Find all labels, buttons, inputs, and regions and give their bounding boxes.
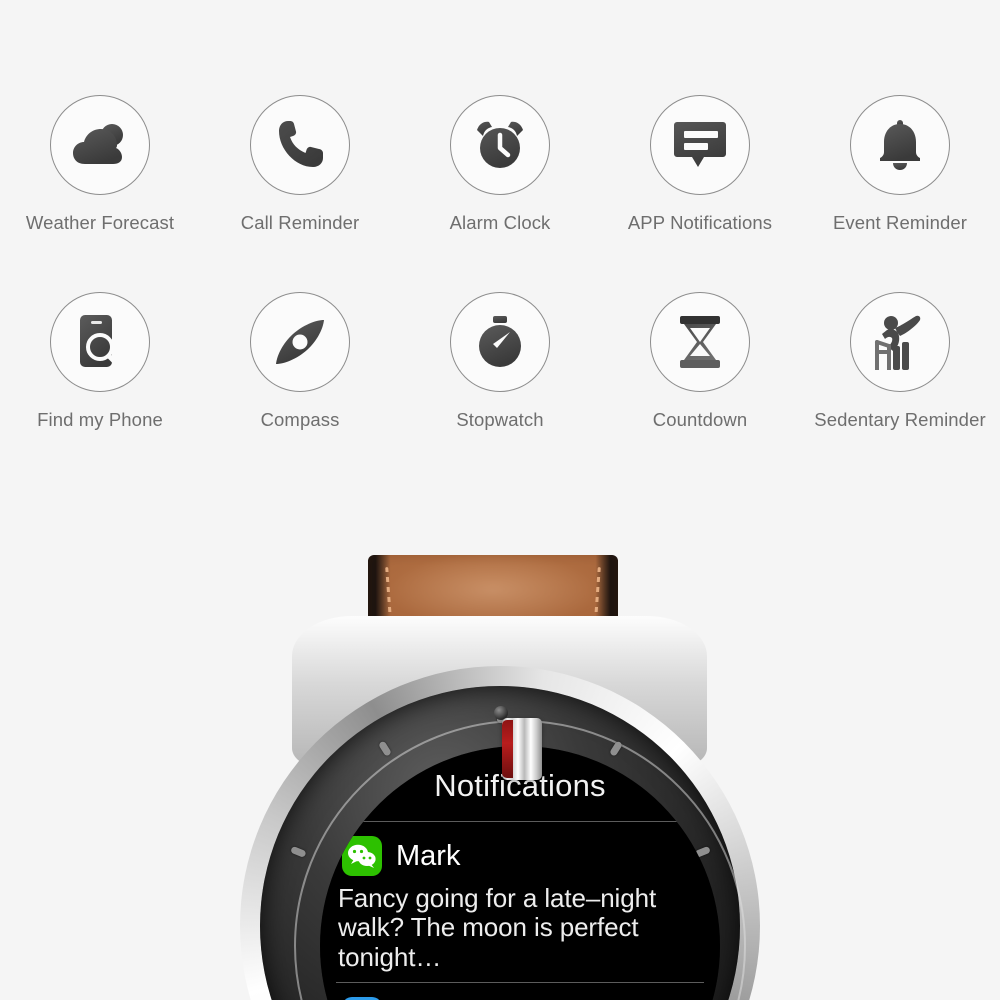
stopwatch-icon xyxy=(476,315,524,369)
feature-icon-circle xyxy=(450,95,550,195)
notification-message: Fancy going for a late–night walk? The m… xyxy=(338,883,657,972)
feature-item-alarm-clock[interactable]: Alarm Clock xyxy=(400,95,600,275)
feature-item-find-my-phone[interactable]: Find my Phone xyxy=(0,292,200,472)
feature-row-2: Find my Phone Compass Stopwatch Countdow… xyxy=(0,292,1000,472)
notification-item[interactable]: Mark Fancy going for a late–night walk? … xyxy=(320,822,720,982)
feature-icon-circle xyxy=(850,292,950,392)
feature-item-event-reminder[interactable]: Event Reminder xyxy=(800,95,1000,275)
notification-item[interactable]: Twitter xyxy=(320,983,720,1000)
watch-crown-button[interactable] xyxy=(502,718,542,780)
chat-bubble-icon xyxy=(673,120,727,170)
stretching-person-icon xyxy=(873,314,927,370)
feature-label: Weather Forecast xyxy=(25,212,175,233)
smartwatch-image: Notifications Mark Fancy going for a lat… xyxy=(0,520,1000,1000)
phone-search-icon xyxy=(76,314,124,370)
feature-icon-circle xyxy=(50,292,150,392)
crown-red-accent xyxy=(502,720,513,778)
feature-label: Event Reminder xyxy=(832,212,968,233)
feature-label: Call Reminder xyxy=(240,212,360,233)
feature-label: Countdown xyxy=(652,409,748,430)
feature-label: APP Notifications xyxy=(627,212,773,233)
feature-icon-circle xyxy=(650,292,750,392)
notification-sender: Mark xyxy=(396,839,461,872)
alarm-clock-icon xyxy=(474,119,526,171)
feature-icon-circle xyxy=(850,95,950,195)
watch-bezel: Notifications Mark Fancy going for a lat… xyxy=(260,686,746,1000)
feature-icon-circle xyxy=(250,95,350,195)
feature-label: Sedentary Reminder xyxy=(814,409,986,430)
wechat-icon xyxy=(342,836,382,876)
cloud-sun-icon xyxy=(71,121,129,169)
phone-icon xyxy=(275,119,325,171)
feature-icon-circle xyxy=(450,292,550,392)
watch-screen[interactable]: Notifications Mark Fancy going for a lat… xyxy=(320,746,720,1000)
feature-item-sedentary-reminder[interactable]: Sedentary Reminder xyxy=(800,292,1000,472)
hourglass-icon xyxy=(677,316,723,368)
feature-label: Find my Phone xyxy=(37,409,163,430)
feature-label: Stopwatch xyxy=(456,409,544,430)
bell-icon xyxy=(876,119,924,171)
feature-item-app-notifications[interactable]: APP Notifications xyxy=(600,95,800,275)
feature-label: Alarm Clock xyxy=(449,212,551,233)
feature-icon-circle xyxy=(650,95,750,195)
feature-icon-circle xyxy=(250,292,350,392)
feature-row-1: Weather Forecast Call Reminder Alarm Clo… xyxy=(0,95,1000,275)
feature-item-compass[interactable]: Compass xyxy=(200,292,400,472)
compass-icon xyxy=(272,317,328,367)
feature-item-weather-forecast[interactable]: Weather Forecast xyxy=(0,95,200,275)
feature-item-call-reminder[interactable]: Call Reminder xyxy=(200,95,400,275)
feature-label: Compass xyxy=(260,409,340,430)
feature-icon-circle xyxy=(50,95,150,195)
feature-item-stopwatch[interactable]: Stopwatch xyxy=(400,292,600,472)
feature-item-countdown[interactable]: Countdown xyxy=(600,292,800,472)
bezel-tick xyxy=(289,845,307,858)
